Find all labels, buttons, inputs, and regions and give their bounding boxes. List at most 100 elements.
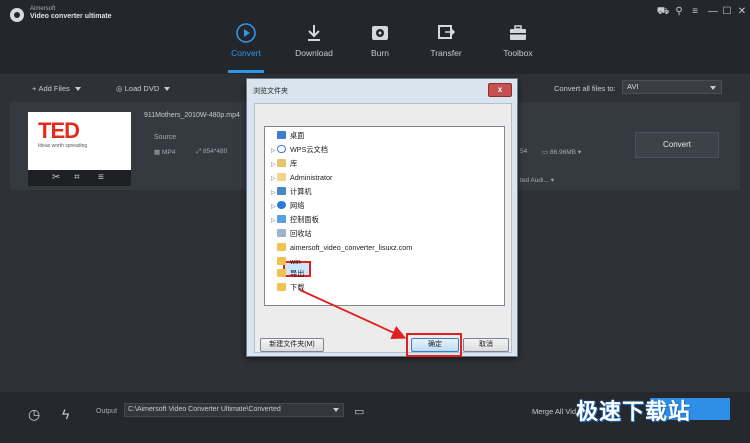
dialog-close-button[interactable]: x [488, 83, 512, 97]
audio-select[interactable]: ted Audi... ▾ [520, 176, 554, 184]
tree-item-win[interactable]: win [271, 256, 301, 268]
output-path-field[interactable]: C:\Aimersoft Video Converter Ultimate\Co… [124, 403, 344, 417]
folder-icon: ▭ [542, 149, 549, 156]
chevron-down-icon[interactable] [74, 87, 81, 92]
film-icon: ▦ [154, 149, 161, 156]
audio-label: ted Audi... [520, 177, 549, 184]
resolution-meta: ⤢ 854*480 [196, 148, 227, 156]
tree-item-network[interactable]: ▷ 网络 [271, 200, 304, 212]
resolution-icon: ⤢ [196, 148, 202, 155]
plus-icon: + [32, 84, 37, 93]
tree-item-aimersoft-folder[interactable]: aimersoft_video_converter_lisuxz.com [271, 242, 412, 254]
tab-label: Toolbox [503, 48, 533, 58]
brand-top: Aimersoft [30, 6, 56, 12]
new-folder-button[interactable]: 新建文件夹(M) [260, 338, 324, 352]
load-dvd-button[interactable]: ◎ Load DVD [116, 84, 171, 93]
tab-download[interactable]: Download [284, 22, 344, 58]
tree-item-downloads[interactable]: 下载 [271, 282, 304, 294]
add-files-label: Add Files [38, 84, 70, 93]
tree-item-library[interactable]: ▷ 库 [271, 158, 297, 170]
open-folder-icon[interactable]: ▭ [354, 405, 364, 418]
tree-item-recycle-bin[interactable]: 回收站 [271, 228, 312, 240]
tree-item-administrator[interactable]: ▷ Administrator [271, 172, 332, 184]
trim-icon[interactable]: ✂ [52, 172, 60, 183]
chevron-down-icon [333, 408, 339, 412]
app-window: Aimersoft Video converter ultimate ⛟ ⚲ ≡… [0, 0, 750, 443]
cart-icon[interactable]: ⛟ [656, 6, 670, 18]
toolbox-icon [510, 25, 526, 40]
crop-icon[interactable]: ⌗ [74, 172, 80, 183]
computer-icon [277, 187, 286, 195]
tab-burn[interactable]: Burn [350, 22, 410, 58]
control-panel-icon [277, 215, 286, 223]
watermark-logo: 极速下载站 [576, 399, 692, 424]
tree-item-export[interactable]: 导出 [271, 268, 304, 280]
format-meta: ▦ MP4 [154, 148, 175, 156]
chevron-down-icon[interactable]: ▾ [578, 149, 581, 156]
tab-label: Transfer [430, 48, 462, 58]
tab-label: Convert [231, 48, 261, 58]
transfer-icon [438, 25, 456, 39]
size-meta: ▭ 86.96MB ▾ [542, 148, 581, 156]
source-label: Source [154, 134, 177, 141]
effects-icon[interactable]: ≡ [98, 172, 104, 183]
maximize-icon[interactable]: ☐ [720, 6, 734, 18]
thumb-logo-text: TED [38, 118, 80, 143]
chevron-down-icon: ▾ [550, 177, 554, 184]
file-name: 911Mothers_2010W-480p.mp4 [144, 112, 240, 119]
key-icon[interactable]: ⚲ [672, 6, 686, 18]
top-bar: Aimersoft Video converter ultimate ⛟ ⚲ ≡… [0, 0, 750, 74]
menu-icon[interactable]: ≡ [688, 6, 702, 18]
thumb-tools: ✂ ⌗ ≡ [28, 170, 131, 186]
target-size: 86.96MB [549, 149, 576, 156]
folder-icon [277, 243, 286, 251]
library-icon [277, 159, 286, 167]
tree-item-desktop[interactable]: 桌面 [271, 130, 304, 142]
desktop-icon [277, 131, 286, 139]
burn-icon [372, 26, 388, 40]
tab-convert[interactable]: Convert [216, 22, 276, 58]
add-files-button[interactable]: + Add Files [32, 84, 81, 93]
user-folder-icon [277, 173, 286, 181]
chevron-down-icon [710, 86, 716, 90]
browse-folder-dialog: 浏览文件夹 x 桌面 ▷ WPS云文档 ▷ 库 ▷ Administrator ▷ 计算… [246, 78, 518, 357]
ted-logo: TED Ideas worth spreading [38, 118, 88, 150]
tab-label: Burn [371, 48, 389, 58]
tree-item-computer[interactable]: ▷ 计算机 [271, 186, 312, 198]
target-resolution-tail: 54 [520, 148, 528, 155]
network-icon [277, 201, 286, 209]
convert-button[interactable]: Convert [635, 132, 719, 158]
schedule-icon[interactable]: ◷ [28, 406, 40, 423]
source-format: MP4 [161, 149, 176, 156]
speed-icon[interactable]: ϟ [62, 406, 69, 422]
convert-all-value: AVI [627, 82, 639, 91]
tab-label: Download [295, 48, 333, 58]
close-icon[interactable]: ✕ [735, 6, 749, 18]
tab-transfer[interactable]: Transfer [416, 22, 476, 58]
minimize-icon[interactable]: — [706, 6, 720, 18]
brand-main: Video converter ultimate [30, 13, 112, 20]
recycle-bin-icon [277, 229, 286, 237]
app-logo-icon [10, 8, 24, 22]
convert-all-label: Convert all files to: [554, 84, 616, 93]
merge-label: Merge All Vid [532, 407, 577, 416]
output-label: Output [96, 408, 118, 415]
convert-icon [236, 23, 256, 43]
load-dvd-label: Load DVD [124, 84, 160, 93]
output-path: C:\Aimersoft Video Converter Ultimate\Co… [128, 406, 281, 413]
dialog-title: 浏览文件夹 [253, 88, 288, 95]
dvd-icon: ◎ [116, 84, 123, 93]
download-icon [308, 25, 320, 41]
tree-item-wps[interactable]: ▷ WPS云文档 [271, 144, 328, 156]
tab-toolbox[interactable]: Toolbox [488, 22, 548, 58]
active-tab-indicator [228, 70, 264, 73]
tree-item-control-panel[interactable]: ▷ 控制面板 [271, 214, 319, 226]
ok-button[interactable]: 确定 [411, 338, 459, 352]
source-resolution: 854*480 [203, 148, 228, 155]
thumb-sub-text: Ideas worth spreading [38, 143, 88, 149]
folder-icon [277, 257, 286, 265]
convert-all-select[interactable]: AVI [622, 80, 722, 94]
folder-tree[interactable]: 桌面 ▷ WPS云文档 ▷ 库 ▷ Administrator ▷ 计算机 ▷ 网络 ▷ 控… [264, 126, 505, 306]
chevron-down-icon[interactable] [164, 87, 171, 92]
cancel-button[interactable]: 取消 [463, 338, 509, 352]
